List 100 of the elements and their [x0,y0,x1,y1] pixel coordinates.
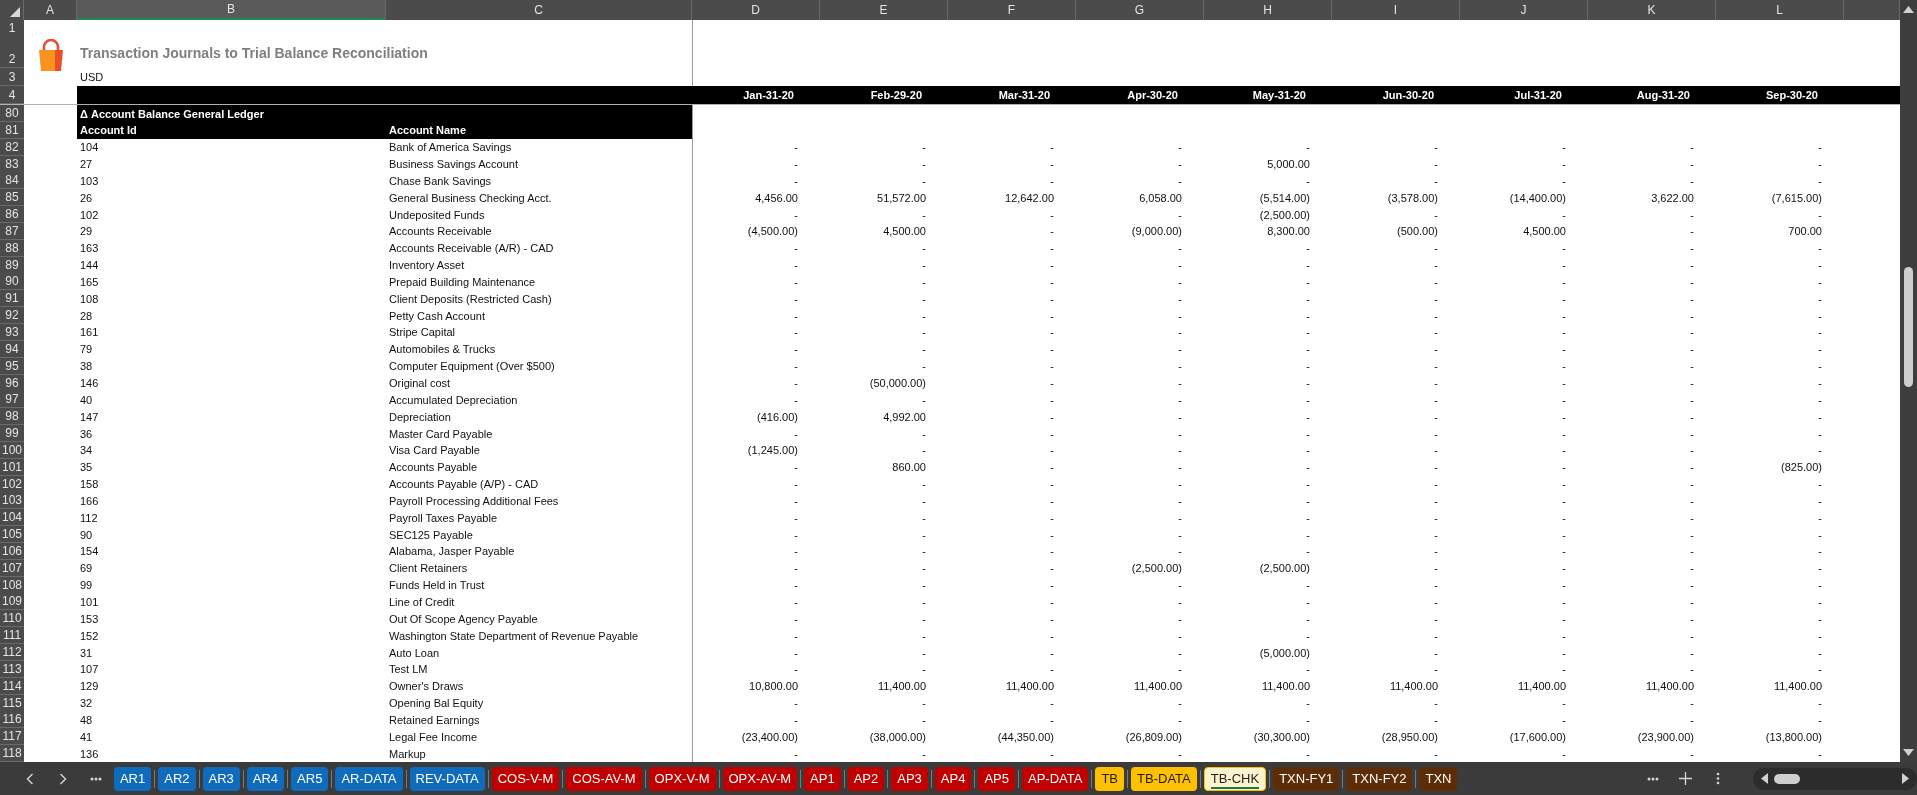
table-cell: 69 [80,562,93,575]
row-number[interactable]: 103 [0,492,24,510]
row-number[interactable]: 4 [0,86,24,104]
column-header[interactable]: G [1076,0,1204,20]
column-header[interactable]: H [1204,0,1332,20]
table-cell: - [1050,461,1054,474]
table-cell: - [1690,242,1694,255]
row-number[interactable]: 2 [0,33,24,68]
row-number[interactable]: 84 [0,172,24,190]
table-cell: - [1050,528,1054,541]
table-cell: - [794,208,798,221]
sheet-tab[interactable]: AR4 [246,766,285,791]
row-number[interactable]: 109 [0,593,24,611]
row-number[interactable]: 86 [0,206,24,224]
sheet-tab[interactable]: AP3 [891,766,928,791]
table-cell: - [1050,663,1054,676]
sheet-tab[interactable]: COS-AV-M [566,766,642,791]
table-cell: 40 [80,393,93,406]
table-cell: - [794,697,798,710]
table-cell: - [1562,343,1566,356]
row-number[interactable]: 90 [0,273,24,291]
row-number[interactable]: 117 [0,728,24,746]
sheet-tab[interactable]: AP5 [978,766,1015,791]
table-cell: - [1050,275,1054,288]
table-cell: - [922,629,926,642]
row-number[interactable]: 80 [0,105,24,122]
column-header[interactable]: K [1588,0,1716,20]
table-cell: - [1178,595,1182,608]
row-number[interactable]: 111 [0,627,24,645]
horizontal-scrollbar[interactable] [1752,767,1917,790]
vertical-scrollbar[interactable] [1900,0,1917,762]
sheet-tab[interactable]: TB [1095,766,1125,791]
sheet-tab[interactable]: TXN [1419,766,1458,791]
row-number[interactable]: 104 [0,509,24,527]
table-cell: - [922,562,926,575]
sheet-tab[interactable]: AR5 [291,766,329,791]
table-cell: - [1178,326,1182,339]
table-cell: - [922,646,926,659]
table-cell: - [1434,427,1438,440]
row-number[interactable]: 97 [0,391,24,409]
table-cell: - [1818,141,1822,154]
corner-triangle-icon [10,7,20,17]
sheet-tab[interactable]: AP2 [847,766,885,791]
row-number[interactable]: 118 [0,745,24,762]
period-header: Feb-29-20 [870,89,922,101]
sheet-tab[interactable]: AP-DATA [1022,766,1089,791]
sheet-tab[interactable]: AP1 [804,766,841,791]
table-cell: - [794,259,798,272]
row-number[interactable]: 98 [0,408,24,426]
column-header[interactable]: I [1332,0,1460,20]
table-cell: 11,400.00 [1261,680,1310,693]
sheet-tab[interactable]: AR1 [113,766,152,791]
sheet-tab[interactable]: OPX-V-M [648,766,716,791]
sheet-tab[interactable]: TXN-FY2 [1346,766,1413,791]
table-cell: - [794,713,798,726]
section-header: Δ Account Balance General Ledger [77,105,692,122]
row-number[interactable]: 110 [0,610,24,628]
sheet-tab[interactable]: TB-DATA [1131,766,1197,791]
sheet-tab[interactable]: AR3 [202,766,240,791]
table-cell: - [1178,494,1182,507]
sheet-tab[interactable]: TB-CHK [1203,766,1267,791]
table-cell: Washington State Department of Revenue Payable [389,629,639,642]
sheet-tab[interactable]: AR-DATA [335,766,403,791]
sheet-tab[interactable]: TXN-FY1 [1273,766,1340,791]
row-number[interactable]: 105 [0,526,24,544]
row-number[interactable]: 91 [0,290,24,308]
row-number[interactable]: 112 [0,644,24,661]
table-cell: - [1690,410,1694,423]
table-cell: - [1690,629,1694,642]
column-header[interactable]: C [386,0,692,20]
row-number[interactable]: 85 [0,189,24,207]
sheet-tab[interactable]: OPX-AV-M [722,766,798,791]
row-number[interactable]: 3 [0,68,24,86]
table-cell: 112 [80,511,98,524]
row-number[interactable]: 92 [0,307,24,325]
table-cell: - [1050,208,1054,221]
column-header[interactable]: B [77,0,386,20]
scrollbar-thumb[interactable] [1904,267,1913,387]
table-cell: - [1818,326,1822,339]
column-header[interactable]: D [692,0,820,20]
column-header[interactable]: F [948,0,1076,20]
sheet-tab[interactable]: AR2 [158,766,196,791]
sheet-tab[interactable]: AP4 [934,766,972,791]
table-cell: Master Card Payable [389,427,493,440]
table-cell: (30,300.00) [1253,730,1310,743]
table-cell: - [1434,259,1438,272]
table-cell: (23,900.00) [1637,730,1694,743]
column-header[interactable]: J [1460,0,1588,20]
table-cell: - [1818,663,1822,676]
table-cell: - [1306,410,1310,423]
column-header[interactable]: E [820,0,948,20]
table-cell: - [794,360,798,373]
column-header[interactable]: L [1716,0,1844,20]
row-number[interactable]: 116 [0,711,24,729]
row-number[interactable]: 99 [0,425,24,443]
scrollbar-thumb[interactable] [1773,773,1800,784]
sheet-tab[interactable]: COS-V-M [491,766,560,791]
table-cell: - [1050,612,1054,625]
sheet-tab[interactable]: REV-DATA [409,766,485,791]
table-cell: - [1178,663,1182,676]
